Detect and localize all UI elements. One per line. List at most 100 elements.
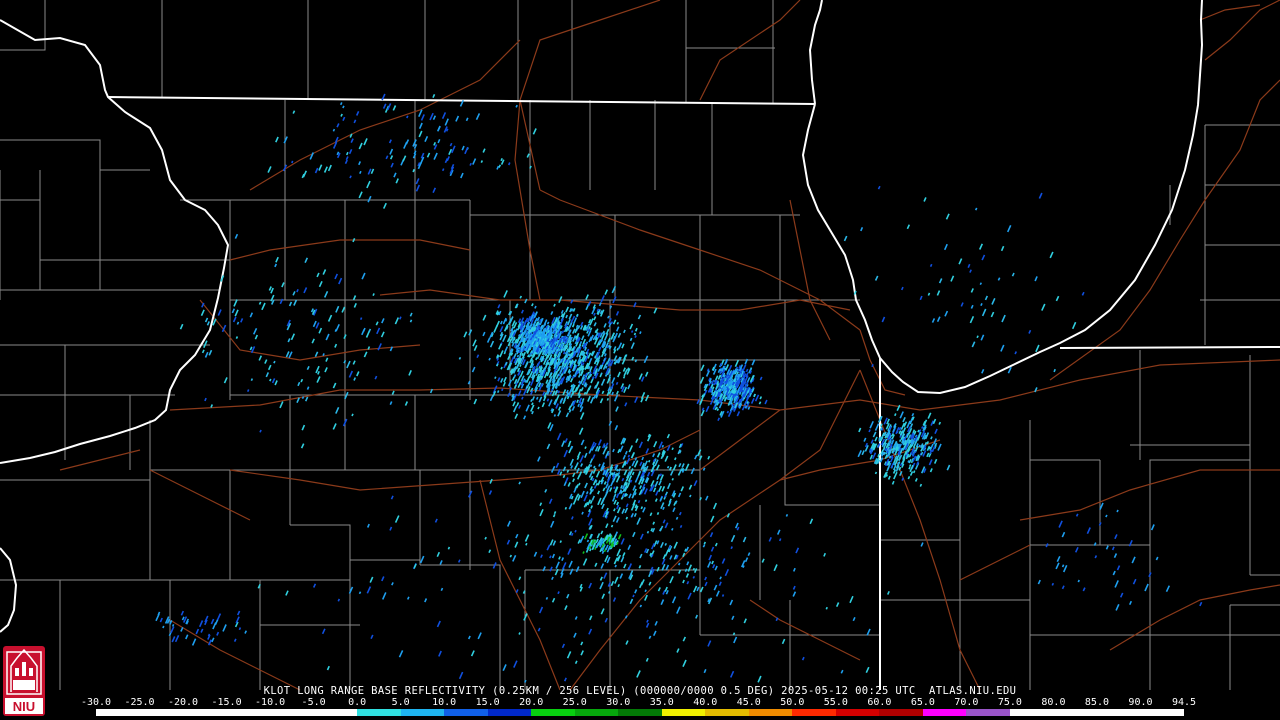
- radar-echo-speck: [745, 368, 749, 373]
- radar-echo-speck: [518, 336, 521, 340]
- radar-echo-speck: [980, 303, 983, 307]
- radar-echo-speck: [747, 406, 751, 410]
- radar-echo-speck: [536, 356, 540, 360]
- radar-echo-speck: [501, 388, 504, 392]
- radar-echo-speck: [595, 482, 599, 486]
- radar-echo-speck: [929, 263, 933, 268]
- radar-echo-speck: [894, 413, 897, 417]
- radar-echo-speck: [644, 499, 648, 503]
- radar-echo-speck: [668, 500, 672, 504]
- scale-label: 94.5: [1171, 697, 1197, 708]
- radar-echo-speck: [496, 357, 499, 361]
- colorbar-segment: [748, 709, 793, 716]
- radar-echo-speck: [979, 282, 983, 286]
- radar-echo-speck: [607, 315, 610, 319]
- radar-echo-speck: [620, 490, 624, 494]
- radar-echo-speck: [639, 331, 642, 335]
- colorbar-segment: [226, 709, 271, 716]
- radar-echo-speck: [337, 598, 341, 602]
- radar-echo-speck: [494, 376, 497, 380]
- scale-label: 25.0: [562, 697, 587, 708]
- radar-echo-speck: [912, 470, 916, 474]
- radar-echo-speck: [869, 448, 872, 452]
- radar-echo-speck: [974, 207, 978, 211]
- radar-echo-speck: [553, 511, 557, 515]
- radar-echo-speck: [565, 379, 569, 383]
- scale-label: 70.0: [954, 697, 979, 708]
- reflectivity-colorbar: [96, 709, 1184, 716]
- radar-echo-speck: [897, 461, 900, 465]
- radar-echo-speck: [726, 410, 730, 414]
- radar-echo-speck: [567, 349, 571, 353]
- radar-echo-speck: [524, 679, 527, 683]
- radar-echo-speck: [575, 313, 579, 317]
- radar-echo-speck: [907, 475, 911, 480]
- radar-echo-speck: [581, 362, 585, 366]
- radar-echo-speck: [568, 360, 572, 364]
- radar-echo-speck: [888, 455, 892, 459]
- radar-echo-speck: [553, 414, 557, 417]
- radar-echo-speck: [652, 461, 655, 465]
- radar-echo-speck: [908, 464, 912, 467]
- radar-echo-speck: [730, 546, 733, 550]
- scale-label: 90.0: [1128, 697, 1153, 708]
- radar-echo-speck: [640, 506, 644, 510]
- scale-label: 65.0: [910, 697, 935, 708]
- radar-echo-speck: [637, 499, 641, 504]
- radar-echo-speck: [236, 321, 240, 325]
- radar-echo-speck: [622, 375, 626, 379]
- radar-echo-speck: [562, 474, 566, 479]
- radar-echo-speck: [440, 587, 444, 592]
- radar-echo-speck: [907, 460, 910, 463]
- radar-echo-speck: [602, 543, 605, 547]
- scale-label: -30.0: [80, 697, 112, 708]
- scale-label: -5.0: [301, 697, 326, 708]
- colorbar-segment: [357, 709, 401, 716]
- radar-echo-speck: [546, 398, 550, 402]
- colorbar-segment: [531, 709, 575, 716]
- scale-label: 80.0: [1041, 697, 1066, 708]
- radar-echo-speck: [547, 361, 550, 366]
- radar-echo-speck: [553, 303, 556, 307]
- radar-echo-speck: [1116, 509, 1119, 513]
- radar-echo-speck: [549, 391, 553, 395]
- radar-echo-speck: [677, 562, 681, 566]
- radar-echo-speck: [593, 465, 596, 469]
- radar-echo-speck: [614, 564, 617, 568]
- radar-echo-speck: [634, 359, 638, 363]
- radar-echo-speck: [1051, 582, 1055, 586]
- colorbar-segment: [922, 709, 967, 716]
- radar-echo-speck: [518, 333, 521, 337]
- scale-label: 10.0: [432, 697, 457, 708]
- radar-echo-speck: [671, 477, 674, 481]
- radar-echo-speck: [581, 398, 585, 402]
- radar-echo-speck: [583, 391, 587, 395]
- radar-echo-speck: [535, 396, 539, 400]
- radar-echo-speck: [589, 373, 593, 377]
- radar-echo-speck: [162, 625, 165, 629]
- radar-echo-speck: [509, 554, 513, 558]
- radar-echo-speck: [577, 403, 580, 408]
- radar-echo-speck: [629, 479, 633, 483]
- scale-label: 45.0: [736, 697, 761, 708]
- radar-echo-speck: [613, 508, 616, 512]
- radar-echo-speck: [618, 356, 621, 360]
- radar-echo-speck: [675, 516, 679, 520]
- radar-echo-speck: [918, 444, 921, 448]
- radar-echo-speck: [661, 444, 665, 448]
- radar-echo-speck: [554, 328, 558, 332]
- radar-echo-speck: [406, 115, 409, 119]
- radar-echo-speck: [515, 104, 518, 108]
- radar-echo-speck: [746, 400, 749, 404]
- radar-echo-speck: [742, 386, 746, 391]
- radar-echo-speck: [581, 511, 584, 515]
- radar-echo-speck: [322, 353, 325, 357]
- radar-echo-speck: [507, 162, 511, 166]
- radar-echo-speck: [1094, 555, 1098, 559]
- scale-label: -20.0: [167, 697, 199, 708]
- radar-echo-speck: [586, 371, 590, 375]
- radar-echo-speck: [584, 446, 587, 450]
- radar-echo-speck: [928, 446, 932, 450]
- radar-echo-speck: [639, 604, 643, 608]
- radar-echo-speck: [332, 128, 336, 132]
